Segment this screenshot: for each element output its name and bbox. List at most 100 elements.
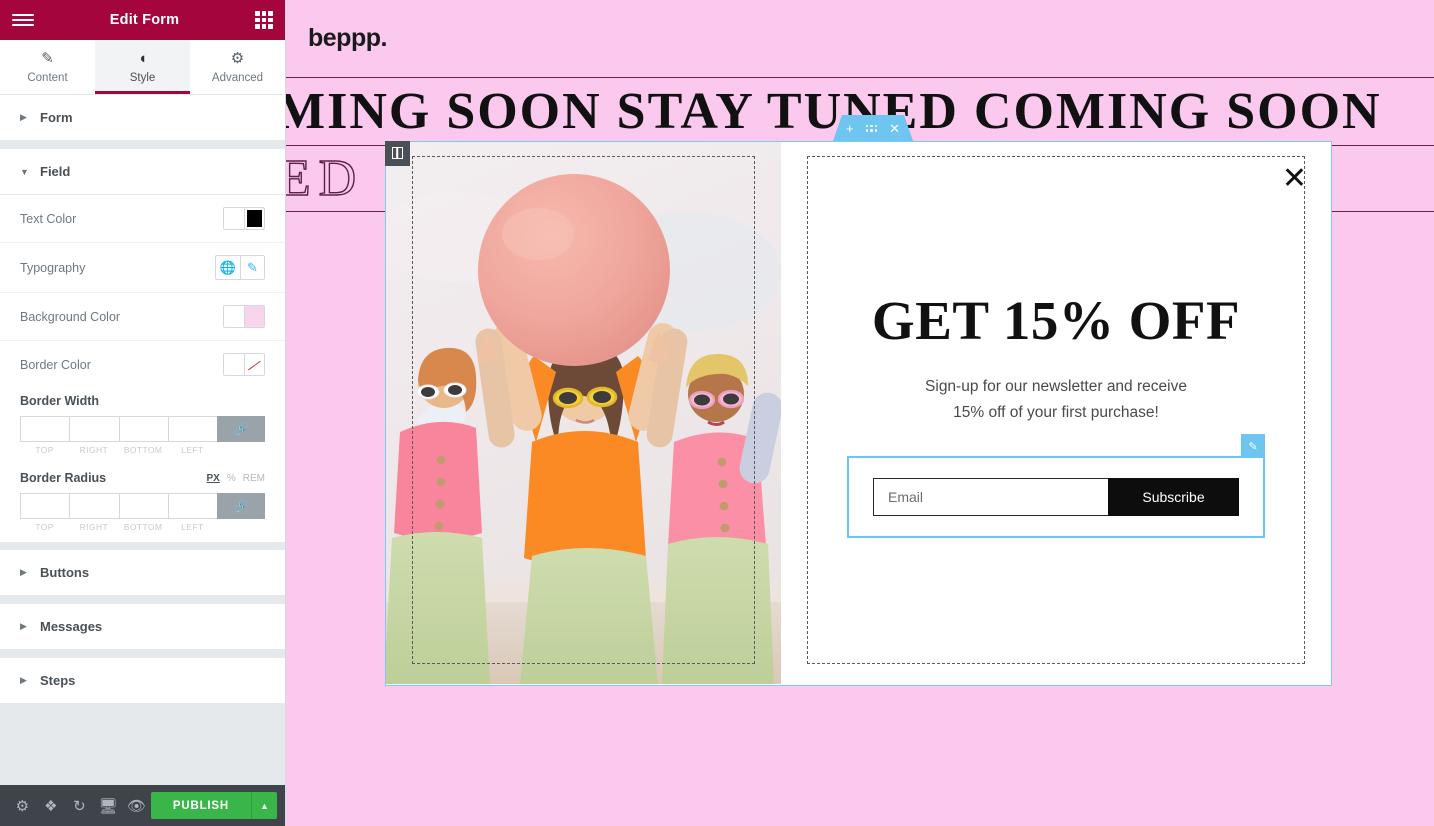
- control-border-radius: Border Radius PX % REM 🔗 TOP RIGHT BOTTO…: [0, 465, 285, 542]
- side-label-top: TOP: [35, 522, 54, 532]
- side-label-right: RIGHT: [79, 522, 109, 532]
- offer-subtitle-line1: Sign-up for our newsletter and receive: [925, 377, 1187, 395]
- popup-hero-image: [386, 142, 781, 684]
- background-color-swatch[interactable]: [223, 305, 265, 328]
- subscribe-form-widget[interactable]: ✎ Subscribe: [847, 434, 1265, 539]
- unit-px[interactable]: PX: [207, 473, 220, 484]
- control-typography: Typography 🌐 ✎: [0, 243, 285, 293]
- column-layout-icon[interactable]: [384, 140, 410, 166]
- border-radius-top-input[interactable]: [20, 493, 70, 519]
- section-field-label: Field: [40, 164, 71, 179]
- unit-rem[interactable]: REM: [243, 473, 265, 484]
- contrast-icon: ◖: [137, 49, 148, 67]
- eye-icon[interactable]: 👁: [122, 785, 151, 826]
- section-buttons-label: Buttons: [40, 565, 90, 580]
- section-form-label: Form: [40, 110, 73, 125]
- link-icon[interactable]: 🔗: [217, 416, 265, 442]
- hamburger-icon[interactable]: [12, 14, 34, 26]
- side-label-top: TOP: [35, 445, 54, 455]
- background-color-label: Background Color: [20, 309, 121, 324]
- dots-grid-icon[interactable]: [866, 125, 878, 132]
- elementor-editor: Edit Form ✎ Content ◖ Style ⚙ Advanced ▶: [0, 0, 1434, 826]
- control-border-width: Border Width 🔗 TOP RIGHT BOTTOM LEFT: [0, 388, 285, 465]
- section-steps[interactable]: ▶ Steps: [0, 658, 285, 704]
- chevron-right-icon: ▶: [20, 621, 27, 631]
- control-background-color: Background Color: [0, 293, 285, 341]
- subscribe-button[interactable]: Subscribe: [1108, 478, 1239, 517]
- section-divider: [0, 596, 285, 604]
- section-field[interactable]: ▼ Field: [0, 149, 285, 195]
- side-label-left: LEFT: [181, 522, 204, 532]
- section-form[interactable]: ▶ Form: [0, 95, 285, 141]
- email-input[interactable]: [873, 478, 1108, 517]
- layers-icon[interactable]: ❖: [37, 785, 66, 826]
- offer-heading: GET 15% OFF: [871, 289, 1241, 351]
- border-color-swatch[interactable]: [223, 353, 265, 376]
- chevron-down-icon: ▼: [20, 166, 29, 177]
- publish-button[interactable]: PUBLISH: [150, 792, 251, 819]
- field-controls: Text Color Typography 🌐 ✎ Background Col…: [0, 195, 285, 542]
- border-width-right-input[interactable]: [69, 416, 119, 442]
- border-radius-right-input[interactable]: [69, 493, 119, 519]
- subscribe-form-row: Subscribe: [873, 478, 1239, 517]
- border-radius-left-input[interactable]: [167, 493, 217, 519]
- text-color-swatch[interactable]: [223, 207, 265, 230]
- border-color-label: Border Color: [20, 357, 91, 372]
- tab-content-label: Content: [27, 71, 68, 84]
- section-divider: [0, 650, 285, 658]
- typography-buttons: 🌐 ✎: [215, 255, 265, 280]
- gear-icon[interactable]: ⚙: [8, 785, 37, 826]
- history-icon[interactable]: ↻: [65, 785, 94, 826]
- popup-modal: ✕ GET 15% OFF Sign-up for our newsletter…: [384, 140, 1332, 686]
- offer-subtitle-line2: 15% off of your first purchase!: [953, 404, 1159, 421]
- pencil-icon[interactable]: ✎: [240, 256, 264, 279]
- pencil-icon[interactable]: ✎: [1241, 434, 1265, 459]
- border-width-bottom-input[interactable]: [118, 416, 168, 442]
- globe-icon[interactable]: 🌐: [216, 256, 240, 279]
- border-radius-bottom-input[interactable]: [118, 493, 168, 519]
- section-steps-label: Steps: [40, 673, 76, 688]
- panel-footer: ⚙ ❖ ↻ 🖥 👁 PUBLISH ▲: [0, 785, 285, 826]
- x-icon[interactable]: ✕: [889, 122, 900, 135]
- section-divider: [0, 141, 285, 149]
- chevron-right-icon: ▶: [20, 112, 27, 122]
- section-messages[interactable]: ▶ Messages: [0, 604, 285, 650]
- grid-icon[interactable]: [255, 11, 273, 29]
- border-radius-inputs: 🔗: [20, 493, 265, 519]
- tab-content[interactable]: ✎ Content: [0, 40, 95, 94]
- control-border-color: Border Color: [0, 341, 285, 388]
- chevron-up-icon[interactable]: ▲: [251, 792, 277, 819]
- pencil-icon: ✎: [41, 49, 54, 67]
- close-icon[interactable]: ✕: [1282, 164, 1307, 194]
- tab-style[interactable]: ◖ Style: [95, 40, 190, 94]
- desktop-icon[interactable]: 🖥: [94, 785, 123, 826]
- no-color-icon: [244, 354, 264, 375]
- site-header: beppp.: [286, 0, 1434, 78]
- border-radius-label: Border Radius: [20, 471, 107, 485]
- section-toolbar[interactable]: + ✕: [833, 115, 913, 141]
- control-text-color: Text Color: [0, 195, 285, 243]
- tab-advanced[interactable]: ⚙ Advanced: [190, 40, 285, 94]
- border-width-top-input[interactable]: [20, 416, 70, 442]
- text-color-label: Text Color: [20, 211, 77, 226]
- popup-image-column[interactable]: [386, 142, 781, 685]
- border-width-left-input[interactable]: [167, 416, 217, 442]
- popup-content-column: ✕ GET 15% OFF Sign-up for our newsletter…: [781, 142, 1331, 685]
- site-logo[interactable]: beppp.: [308, 24, 387, 53]
- border-width-side-labels: TOP RIGHT BOTTOM LEFT: [20, 445, 265, 455]
- border-radius-units: PX % REM: [207, 473, 265, 484]
- publish-group: PUBLISH ▲: [150, 792, 277, 819]
- panel-title: Edit Form: [109, 12, 180, 28]
- link-icon[interactable]: 🔗: [217, 493, 265, 519]
- side-label-left: LEFT: [181, 445, 204, 455]
- marquee-solid-text: COMING SOON STAY TUNED COMING SOON: [286, 83, 1382, 140]
- unit-percent[interactable]: %: [227, 473, 236, 484]
- section-messages-label: Messages: [40, 619, 103, 634]
- border-width-label: Border Width: [20, 394, 100, 408]
- section-divider: [0, 704, 285, 712]
- side-label-bottom: BOTTOM: [123, 522, 163, 532]
- section-buttons[interactable]: ▶ Buttons: [0, 550, 285, 596]
- border-radius-side-labels: TOP RIGHT BOTTOM LEFT: [20, 522, 265, 532]
- typography-label: Typography: [20, 260, 86, 275]
- plus-icon[interactable]: +: [846, 122, 854, 135]
